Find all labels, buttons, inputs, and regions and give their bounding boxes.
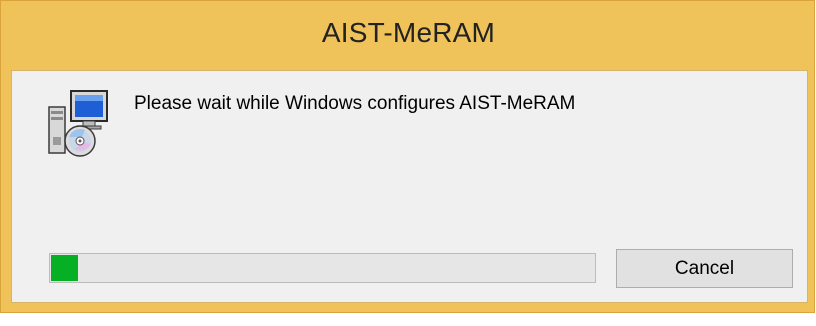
installer-icon bbox=[47, 89, 111, 159]
title-bar[interactable]: AIST-MeRAM bbox=[1, 1, 816, 71]
progress-fill bbox=[51, 255, 78, 281]
dialog-content: Please wait while Windows configures AIS… bbox=[11, 70, 808, 303]
status-message: Please wait while Windows configures AIS… bbox=[134, 93, 576, 114]
installer-dialog-window: AIST-MeRAM Please wait while Windows con… bbox=[0, 0, 816, 326]
window-frame: AIST-MeRAM Please wait while Windows con… bbox=[0, 0, 815, 313]
progress-bar bbox=[49, 253, 596, 283]
cancel-button[interactable]: Cancel bbox=[616, 249, 793, 288]
window-title: AIST-MeRAM bbox=[321, 17, 496, 48]
computer-with-cd-icon bbox=[48, 90, 108, 157]
